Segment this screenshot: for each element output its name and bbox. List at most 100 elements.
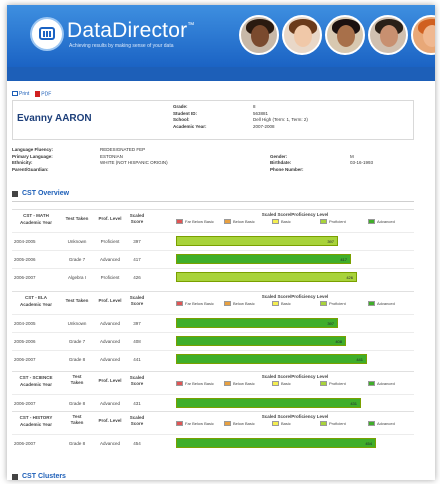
legend-swatch	[176, 301, 183, 306]
legend-swatch	[224, 219, 231, 224]
legend-title: Scaled Score/Proficiency Level	[261, 414, 329, 419]
scaled-score: 454	[133, 441, 141, 446]
legend-swatch	[224, 421, 231, 426]
table-row: 2005-2006 Grade 7 Advanced 408 408	[12, 332, 414, 350]
legend-swatch	[368, 219, 375, 224]
legend-swatch	[224, 381, 231, 386]
prof-level: Advanced	[99, 321, 120, 326]
legend-swatch	[368, 381, 375, 386]
col-prof-level: Prof. Level	[98, 418, 122, 423]
test-taken: Grade 8	[68, 401, 86, 406]
prof-level: Advanced	[99, 257, 120, 262]
table-row: 2004-2005 Unknown Proficient 397 397	[12, 232, 414, 250]
student-photo-4	[368, 15, 408, 55]
section-title: CST Clusters	[22, 473, 66, 480]
legend-label: Basic	[281, 301, 291, 306]
legend-item: Proficient	[320, 381, 368, 386]
info-row: Academic Year: 2007-2008	[173, 124, 308, 131]
table-row: 2006-2007 Grade 8 Advanced 454 454	[12, 434, 414, 452]
legend-item: Proficient	[320, 219, 368, 224]
legend: Far Below Basic Below Basic Basic Proficien…	[176, 219, 424, 224]
legend-item: Below Basic	[224, 301, 272, 306]
score-bar: 441	[176, 354, 367, 364]
legend-label: Below Basic	[233, 421, 255, 426]
prof-level: Advanced	[99, 441, 120, 446]
cst-subject: CST - HISTORY Academic Year	[19, 415, 53, 427]
cst-subject: CST - ELA Academic Year	[20, 295, 52, 307]
legend-item: Far Below Basic	[176, 381, 224, 386]
legend-item: Below Basic	[224, 421, 272, 426]
brand-name: DataDirector™	[67, 19, 195, 42]
legend-swatch	[320, 381, 327, 386]
academic-year: 2006-2007	[14, 357, 36, 362]
student-photo-2	[282, 15, 322, 55]
score-bar: 397	[176, 318, 338, 328]
student-photo-1	[239, 15, 279, 55]
col-prof-level: Prof. Level	[98, 378, 122, 383]
test-taken: Grade 7	[68, 339, 86, 344]
cst-header: CST - SCIENCE Academic Year Test Taken Pro…	[12, 371, 414, 394]
legend-item: Below Basic	[224, 381, 272, 386]
legend-swatch	[272, 421, 279, 426]
datadirector-logo-icon	[32, 19, 62, 49]
legend-item: Basic	[272, 421, 320, 426]
score-bar: 417	[176, 254, 351, 264]
col-test-taken: Test Taken	[70, 414, 84, 425]
legend-label: Basic	[281, 381, 291, 386]
col-test-taken: Test Taken	[65, 298, 89, 303]
legend-item: Basic	[272, 301, 320, 306]
bar-label: 408	[335, 339, 342, 344]
legend-item: Proficient	[320, 301, 368, 306]
bar-label: 426	[346, 275, 353, 280]
scaled-score: 431	[133, 401, 141, 406]
demo-value-2: 03-16-1993	[350, 160, 374, 165]
report-toolbar: Print PDF	[12, 91, 51, 97]
student-name: Evanny AARON	[17, 113, 92, 124]
col-prof-level: Prof. Level	[98, 298, 122, 303]
prof-level: Proficient	[100, 275, 120, 280]
report-window: DataDirector™ Achieving results by makin…	[7, 5, 435, 480]
legend-item: Below Basic	[224, 219, 272, 224]
col-scaled-score: Scaled Score	[129, 415, 145, 426]
score-bar: 408	[176, 336, 346, 346]
legend-label: Far Below Basic	[185, 421, 214, 426]
academic-year: 2004-2005	[14, 321, 36, 326]
legend-label: Proficient	[329, 381, 346, 386]
cst-table: CST - SCIENCE Academic Year Test Taken Pro…	[12, 371, 414, 412]
brand-tagline: Achieving results by making sense of you…	[69, 43, 174, 49]
legend: Far Below Basic Below Basic Basic Proficien…	[176, 381, 424, 386]
legend-item: Proficient	[320, 421, 368, 426]
score-bar: 397	[176, 236, 338, 246]
scaled-score: 397	[133, 239, 141, 244]
legend-swatch	[176, 219, 183, 224]
table-row: 2004-2005 Unknown Advanced 397 397	[12, 314, 414, 332]
prof-level: Advanced	[99, 401, 120, 406]
pdf-button[interactable]: PDF	[35, 91, 51, 97]
test-taken: Unknown	[67, 321, 87, 326]
bar-label: 441	[356, 357, 363, 362]
demo-label: Parent/Guardian:	[12, 166, 49, 172]
test-taken: Grade 8	[68, 357, 86, 362]
academic-year: 2006-2007	[14, 275, 36, 280]
info-label: Academic Year:	[173, 123, 207, 129]
cst-header: CST - HISTORY Academic Year Test Taken Pro…	[12, 411, 414, 434]
legend-title: Scaled Score/Proficiency Level	[261, 294, 329, 299]
demo-value	[100, 167, 270, 174]
bar-label: 454	[365, 441, 372, 446]
legend-item: Advanced	[368, 421, 424, 426]
info-value: 2007-2008	[253, 123, 275, 129]
student-photo-5	[411, 15, 435, 55]
legend-label: Proficient	[329, 421, 346, 426]
legend-title: Scaled Score/Proficiency Level	[261, 374, 329, 379]
academic-year: 2004-2005	[14, 239, 36, 244]
col-test-taken: Test Taken	[70, 374, 84, 385]
academic-year: 2005-2006	[14, 339, 36, 344]
legend-label: Far Below Basic	[185, 301, 214, 306]
nav-bar	[7, 67, 435, 81]
legend-item: Basic	[272, 381, 320, 386]
table-row: 2006-2007 Algebra I Proficient 426 426	[12, 268, 414, 286]
legend-item: Far Below Basic	[176, 421, 224, 426]
print-button[interactable]: Print	[12, 91, 29, 97]
cst-table: CST - HISTORY Academic Year Test Taken Pro…	[12, 411, 414, 452]
legend-item: Far Below Basic	[176, 219, 224, 224]
